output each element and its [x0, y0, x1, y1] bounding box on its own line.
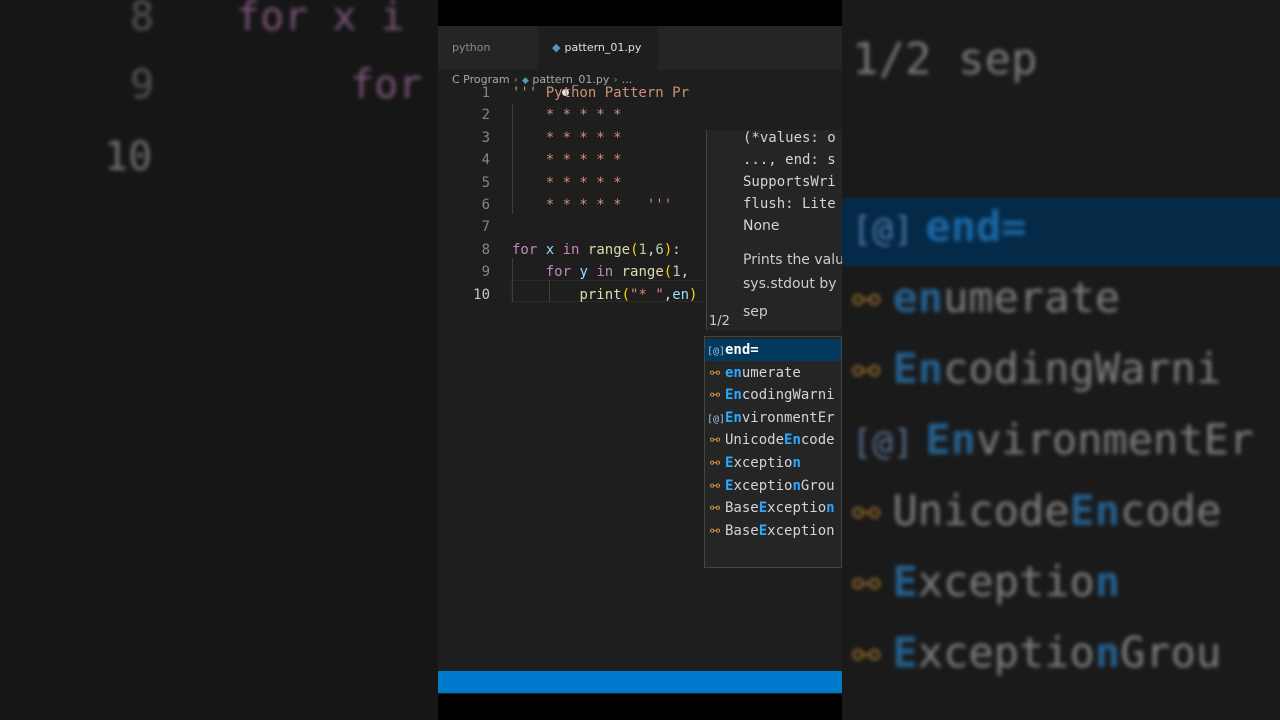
class-icon: ⚯	[709, 523, 721, 538]
suggestion-item[interactable]: ⚯ BaseException	[705, 497, 841, 519]
line-text: for x in range(1,6):	[512, 241, 681, 258]
zoom-param-hint: 1/2 sep	[852, 34, 1038, 85]
signature-param: sep	[743, 304, 768, 320]
signature-page-indicator[interactable]: 1/2	[709, 314, 730, 329]
line-number: 9	[481, 264, 490, 281]
line-number: 10	[473, 286, 490, 303]
zoom-suggestion: ⚯ ExceptionGrou	[852, 628, 1222, 677]
suggestion-item[interactable]: ⚯ ExceptionGrou	[705, 475, 841, 497]
line-number: 2	[481, 107, 490, 124]
line-text: * * * * *	[512, 174, 622, 191]
tab-bar: python ◆ pattern_01.py	[438, 26, 842, 96]
line-text: * * * * *	[512, 152, 622, 169]
class-icon: ⚯	[852, 636, 881, 676]
status-bar	[438, 671, 842, 693]
class-icon: ⚯	[709, 501, 721, 516]
left-zoom-panel: 8 for x i 9 for 10	[0, 0, 438, 720]
zoom-suggestion: [@] end=	[852, 202, 1027, 251]
line-text: * * * * *	[512, 129, 622, 146]
suggestion-item[interactable]: ⚯ enumerate	[705, 362, 841, 384]
line-number: 8	[481, 241, 490, 258]
class-icon: ⚯	[709, 456, 721, 470]
suggestion-item[interactable]: [@]end=	[705, 339, 841, 361]
zoom-suggestion: ⚯ enumerate	[852, 273, 1121, 322]
line-number: 6	[481, 197, 490, 213]
signature-help-popup: (*values: o ..., end: s SupportsWri flus…	[706, 130, 842, 330]
class-icon: ⚯	[709, 433, 721, 448]
suggestion-item[interactable]: ⚯ EncodingWarni	[705, 384, 841, 406]
line-text: * * * * * '''	[512, 197, 673, 213]
line-number: 1	[481, 85, 490, 101]
variable-icon: [@]	[852, 423, 914, 463]
variable-icon: [@]	[707, 413, 726, 425]
signature-page: 1/2	[709, 314, 730, 329]
zoom-suggestion: ⚯ Exception	[852, 557, 1121, 606]
tab-pattern-file[interactable]: ◆ pattern_01.py	[538, 26, 658, 96]
autocomplete-suggest-widget[interactable]: [@]end= ⚯ enumerate ⚯ EncodingWarni [@]Enviro…	[704, 336, 842, 568]
tab-label: pattern_01.py	[564, 41, 642, 54]
tab-python[interactable]: python	[438, 26, 538, 70]
line-text: ''' Python Pattern Pr	[512, 85, 690, 101]
zoom-code: for	[350, 62, 423, 108]
suggestion-item[interactable]: [@]EnvironmentEr	[705, 407, 841, 429]
signature-line: (*values: o	[743, 130, 836, 146]
zoom-code: for x i	[236, 0, 405, 40]
zoom-suggestion: [@] EnvironmentEr	[852, 415, 1255, 464]
signature-doc: sys.stdout by	[743, 276, 837, 292]
zoom-suggestion: ⚯ UnicodeEncode	[852, 486, 1222, 535]
signature-line: SupportsWri	[743, 174, 836, 190]
zoom-line-number: 9	[130, 62, 155, 108]
class-icon: ⚯	[709, 365, 721, 380]
python-file-icon: ◆	[552, 41, 561, 54]
signature-line: None	[743, 218, 780, 234]
right-zoom-panel: 1/2 sep [@] end= ⚯ enumerate ⚯ EncodingWarni […	[842, 0, 1280, 720]
line-text: print("* ",en)	[579, 286, 698, 303]
class-icon: ⚯	[852, 281, 881, 321]
suggestion-item[interactable]: ⚯ Exception	[705, 452, 841, 474]
class-icon: ⚯	[852, 352, 881, 392]
variable-icon: [@]	[707, 346, 726, 357]
class-icon: ⚯	[852, 494, 881, 534]
class-icon: ⚯	[709, 388, 721, 403]
line-number: 5	[481, 174, 490, 191]
tab-label: python	[452, 41, 491, 54]
line-number: 3	[481, 129, 490, 146]
line-text: * * * * *	[512, 107, 622, 124]
zoom-suggestion: ⚯ EncodingWarni	[852, 344, 1222, 393]
variable-icon: [@]	[852, 210, 914, 250]
suggestion-item[interactable]: ⚯ UnicodeEncode	[705, 429, 841, 451]
line-number: 7	[481, 219, 490, 236]
class-icon: ⚯	[852, 565, 881, 605]
signature-line: flush: Lite	[743, 196, 836, 212]
line-number: 4	[481, 152, 490, 169]
code-editor-window: python ◆ pattern_01.py C Program › ◆ patter…	[438, 26, 842, 694]
class-icon: ⚯	[709, 478, 721, 493]
signature-doc: Prints the valu	[743, 252, 842, 268]
zoom-line-number: 8	[130, 0, 155, 40]
suggestion-item[interactable]: ⚯ BaseException	[705, 520, 841, 542]
signature-line: ..., end: s	[743, 152, 836, 168]
zoom-line-number: 10	[104, 134, 153, 180]
line-text: for y in range(1,	[545, 264, 690, 281]
